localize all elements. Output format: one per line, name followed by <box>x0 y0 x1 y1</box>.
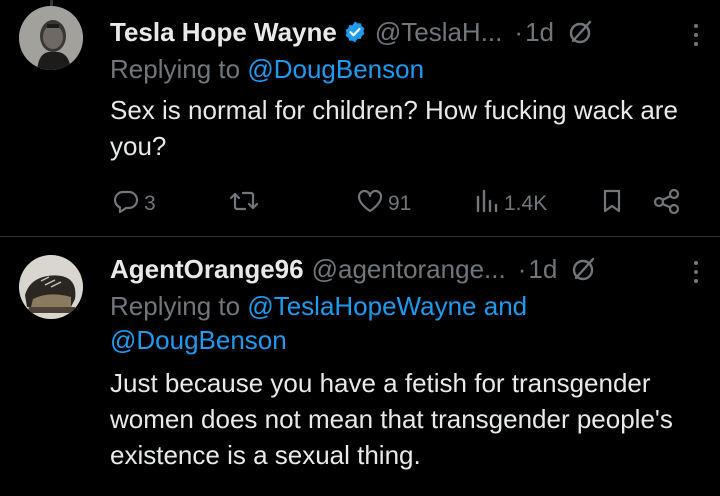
replying-to-label: Replying to <box>110 54 248 84</box>
retweet-button[interactable] <box>228 186 264 222</box>
bookmark-icon <box>598 187 626 221</box>
separator-dot: · <box>514 16 524 47</box>
reply-button[interactable]: 3 <box>112 186 156 222</box>
tweet-1[interactable]: Tesla Hope Wayne @TeslaH... · 1d Replyin… <box>0 0 720 237</box>
avatar[interactable] <box>19 255 83 319</box>
view-count: 1.4K <box>504 192 548 215</box>
handle[interactable]: @TeslaH... <box>375 17 503 48</box>
more-icon[interactable] <box>694 24 698 46</box>
handle[interactable]: @agentorange... <box>312 254 506 285</box>
verified-badge-icon <box>343 20 367 44</box>
reply-count: 3 <box>144 192 156 215</box>
replying-to: Replying to @TeslaHopeWayne and @DougBen… <box>110 289 580 357</box>
replying-to: Replying to @DougBenson <box>110 52 700 86</box>
mention-link[interactable]: @DougBenson <box>247 54 424 84</box>
retweet-icon <box>228 187 260 221</box>
share-button[interactable] <box>652 186 682 222</box>
views-icon <box>474 187 500 221</box>
more-icon[interactable] <box>694 261 698 283</box>
timestamp[interactable]: 1d <box>528 254 557 285</box>
avatar[interactable] <box>19 6 83 70</box>
action-bar: 3 91 1.4K <box>112 186 692 222</box>
like-button[interactable]: 91 <box>356 186 411 222</box>
views-button[interactable]: 1.4K <box>474 186 547 222</box>
separator-dot: · <box>517 253 527 284</box>
tweet-text: Sex is normal for children? How fucking … <box>110 95 678 161</box>
display-name[interactable]: AgentOrange96 <box>110 254 304 285</box>
replying-to-label: Replying to <box>110 291 248 321</box>
tweet-2[interactable]: AgentOrange96 @agentorange... · 1d Reply… <box>0 237 720 496</box>
grok-icon[interactable] <box>568 19 594 45</box>
bookmark-button[interactable] <box>598 186 626 222</box>
tweet-text: Just because you have a fetish for trans… <box>110 368 673 470</box>
like-icon <box>356 187 384 221</box>
tweet-header: AgentOrange96 @agentorange... · 1d <box>110 249 700 289</box>
like-count: 91 <box>388 192 412 215</box>
display-name[interactable]: Tesla Hope Wayne <box>110 17 337 48</box>
timestamp[interactable]: 1d <box>525 17 554 48</box>
reply-icon <box>112 187 140 221</box>
share-icon <box>652 187 682 221</box>
tweet-header: Tesla Hope Wayne @TeslaH... · 1d <box>110 12 700 52</box>
grok-icon[interactable] <box>571 256 597 282</box>
